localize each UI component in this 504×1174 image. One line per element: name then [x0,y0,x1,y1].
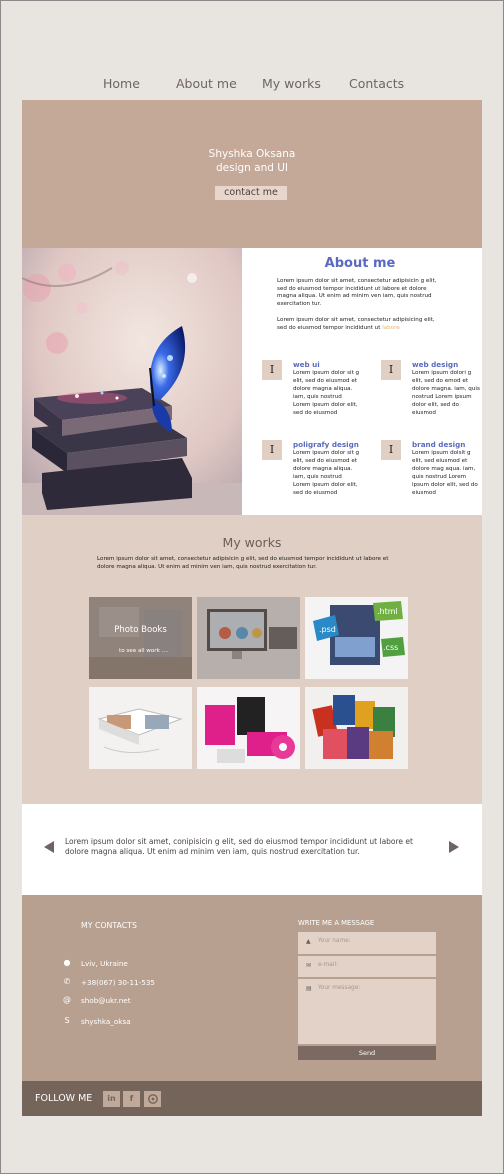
service-desc: Lorem ipsum dolor sit g elit, sed do eiu… [293,370,360,416]
service-icon: I [381,440,401,460]
envelope-icon: ✉ [306,962,312,969]
email-field[interactable]: ✉ e-mail: [298,956,436,977]
name-placeholder: Your name: [318,938,351,944]
works-title: My works [222,535,282,550]
main-nav: Home About me My works Contacts [0,76,504,94]
email-placeholder: e-mail: [318,962,339,968]
next-arrow-icon[interactable] [449,841,459,853]
psd-label: .psd [319,625,336,634]
hero-role: design and UI [215,162,289,174]
contacts-section: MY CONTACTS ● Lviv, Ukraine ✆ +38(067) 3… [22,895,482,1081]
footer: FOLLOW ME in f [22,1081,482,1116]
about-title: About me [324,256,396,271]
document-icon: ▤ [306,985,312,992]
about-paragraph-2-text: Lorem ipsum dolor sit amet, consectetur … [277,317,435,331]
linkedin-icon[interactable]: in [103,1091,120,1107]
nav-contacts[interactable]: Contacts [349,76,404,91]
html-label: .html [377,607,398,616]
service-desc: Lorem ipsum dolor sit g elit, sed do eiu… [293,450,360,496]
works-desc: Lorem ipsum dolor sit amet, consectetur … [97,556,389,570]
work-tile-photobook[interactable] [89,687,192,769]
work-tile-magazines[interactable] [305,687,408,769]
work-tile-overlay: Photo Books to see all work .... [89,597,192,679]
work-tile-shade [197,597,300,679]
about-highlight: labore [382,324,400,331]
about-paragraph-1: Lorem ipsum dolor sit amet, consectetur … [277,278,437,307]
contact-me-button[interactable]: contact me [215,186,287,200]
message-placeholder: Your message: [318,985,361,991]
at-icon: @ [63,995,71,1004]
nav-home[interactable]: Home [103,76,140,91]
nav-about[interactable]: About me [176,76,237,91]
contacts-title: MY CONTACTS [81,921,137,930]
butterfly-books-image [22,248,242,515]
work-tile-code[interactable]: .psd .html .css [305,597,408,679]
service-title: web ui [293,360,320,369]
nav-works[interactable]: My works [262,76,321,91]
contact-value[interactable]: shob@ukr.net [81,996,131,1005]
slider-text: Lorem ipsum dolor sit amet, conipisicin … [65,837,413,856]
service-icon: I [381,360,401,380]
contact-value: shyshka_oksa [81,1017,131,1026]
follow-me-label: FOLLOW ME [35,1093,93,1104]
contact-value: +38(067) 30-11-535 [81,978,155,987]
contact-value: Lviv, Ukraine [81,959,128,968]
overlay-subtitle[interactable]: to see all work .... [119,648,169,654]
about-paragraph-2: Lorem ipsum dolor sit amet, consectetur … [277,317,437,332]
work-tile-web[interactable] [197,597,300,679]
message-title: WRITE ME A MESSAGE [298,919,375,927]
service-title: web design [412,360,459,369]
skype-icon: S [64,1016,70,1025]
testimonial-slider: Lorem ipsum dolor sit amet, conipisicin … [22,804,482,895]
facebook-icon[interactable]: f [123,1091,140,1107]
send-button[interactable]: Send [298,1046,436,1060]
service-icon: I [262,440,282,460]
name-field[interactable]: ▲ Your name: [298,932,436,954]
service-title: poligrafy design [293,440,359,449]
work-tile-branding[interactable] [197,687,300,769]
prev-arrow-icon[interactable] [44,841,54,853]
about-section: About me Lorem ipsum dolor sit amet, con… [242,248,482,515]
service-desc: Lorem ipsum dolsit g elit, sed eiusmod e… [412,450,478,496]
message-field[interactable]: ▤ Your message: [298,979,436,1044]
work-tile-photo-books[interactable]: Photo Books to see all work .... [89,597,192,679]
css-label: .css [383,643,398,652]
hero-section: Shyshka Oksana design and UI contact me [22,100,482,248]
hero-name: Shyshka Oksana [208,148,296,160]
works-section: My works Lorem ipsum dolor sit amet, con… [22,515,482,804]
overlay-title: Photo Books [114,625,167,635]
location-icon: ● [63,958,71,967]
phone-icon: ✆ [63,977,71,986]
service-title: brand design [412,440,466,449]
github-icon[interactable] [144,1091,161,1107]
service-icon: I [262,360,282,380]
service-desc: Lorem ipsum dolori g elit, sed do emod e… [412,370,480,416]
user-icon: ▲ [306,938,311,945]
